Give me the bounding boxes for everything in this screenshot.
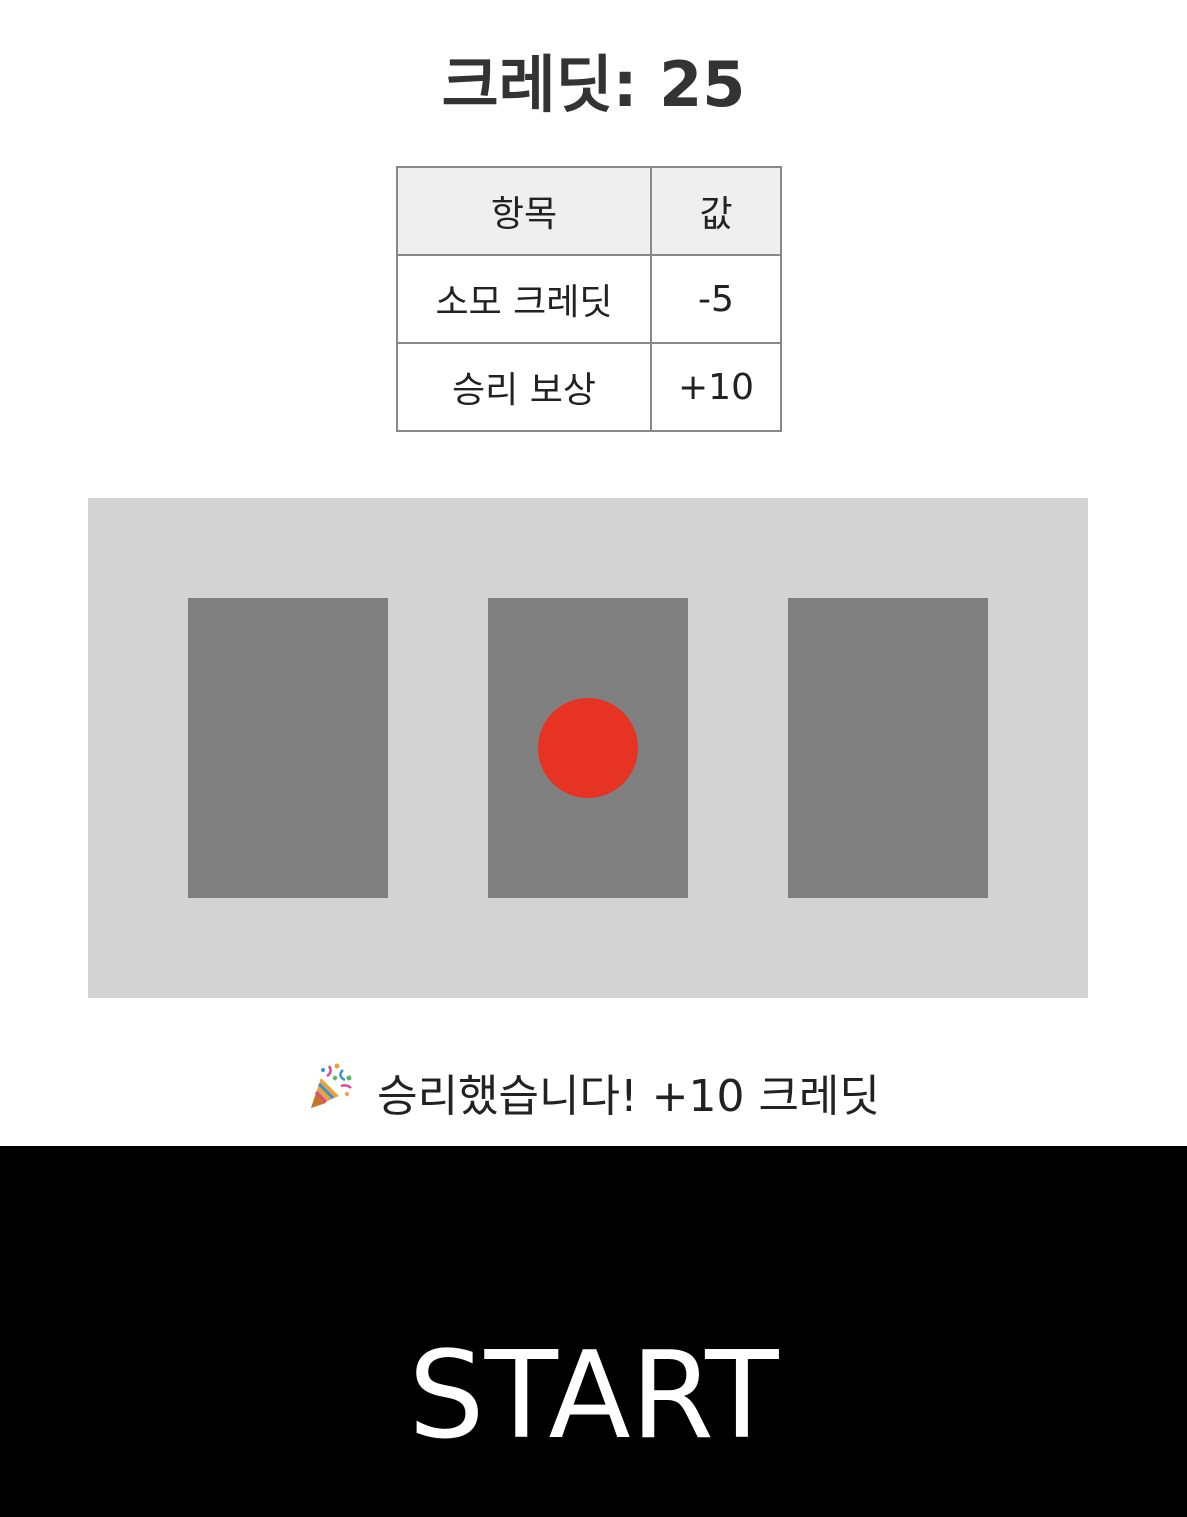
slot-game-page: 크레딧: 25 항목 값 소모 크레딧 -5 승리 보상 +10 승리했습니다!…	[0, 0, 1187, 1517]
result-message: 승리했습니다! +10 크레딧	[0, 1062, 1187, 1133]
info-table: 항목 값 소모 크레딧 -5 승리 보상 +10	[396, 166, 782, 432]
table-cell-value: -5	[650, 254, 782, 344]
table-row: 소모 크레딧 -5	[396, 254, 782, 344]
table-header-row: 항목 값	[396, 166, 782, 256]
red-circle-symbol	[538, 698, 638, 798]
reel-2	[488, 598, 688, 898]
reel-1	[188, 598, 388, 898]
table-cell-item: 승리 보상	[396, 342, 652, 432]
slot-machine	[88, 498, 1088, 998]
table-header-value: 값	[650, 166, 782, 256]
table-header-item: 항목	[396, 166, 652, 256]
result-text: 승리했습니다! +10 크레딧	[377, 1071, 880, 1122]
table-cell-value: +10	[650, 342, 782, 432]
party-popper-icon	[307, 1062, 355, 1129]
reel-3	[788, 598, 988, 898]
table-cell-item: 소모 크레딧	[396, 254, 652, 344]
table-row: 승리 보상 +10	[396, 342, 782, 432]
start-button[interactable]: START	[0, 1146, 1187, 1517]
credit-display: 크레딧: 25	[441, 48, 746, 121]
